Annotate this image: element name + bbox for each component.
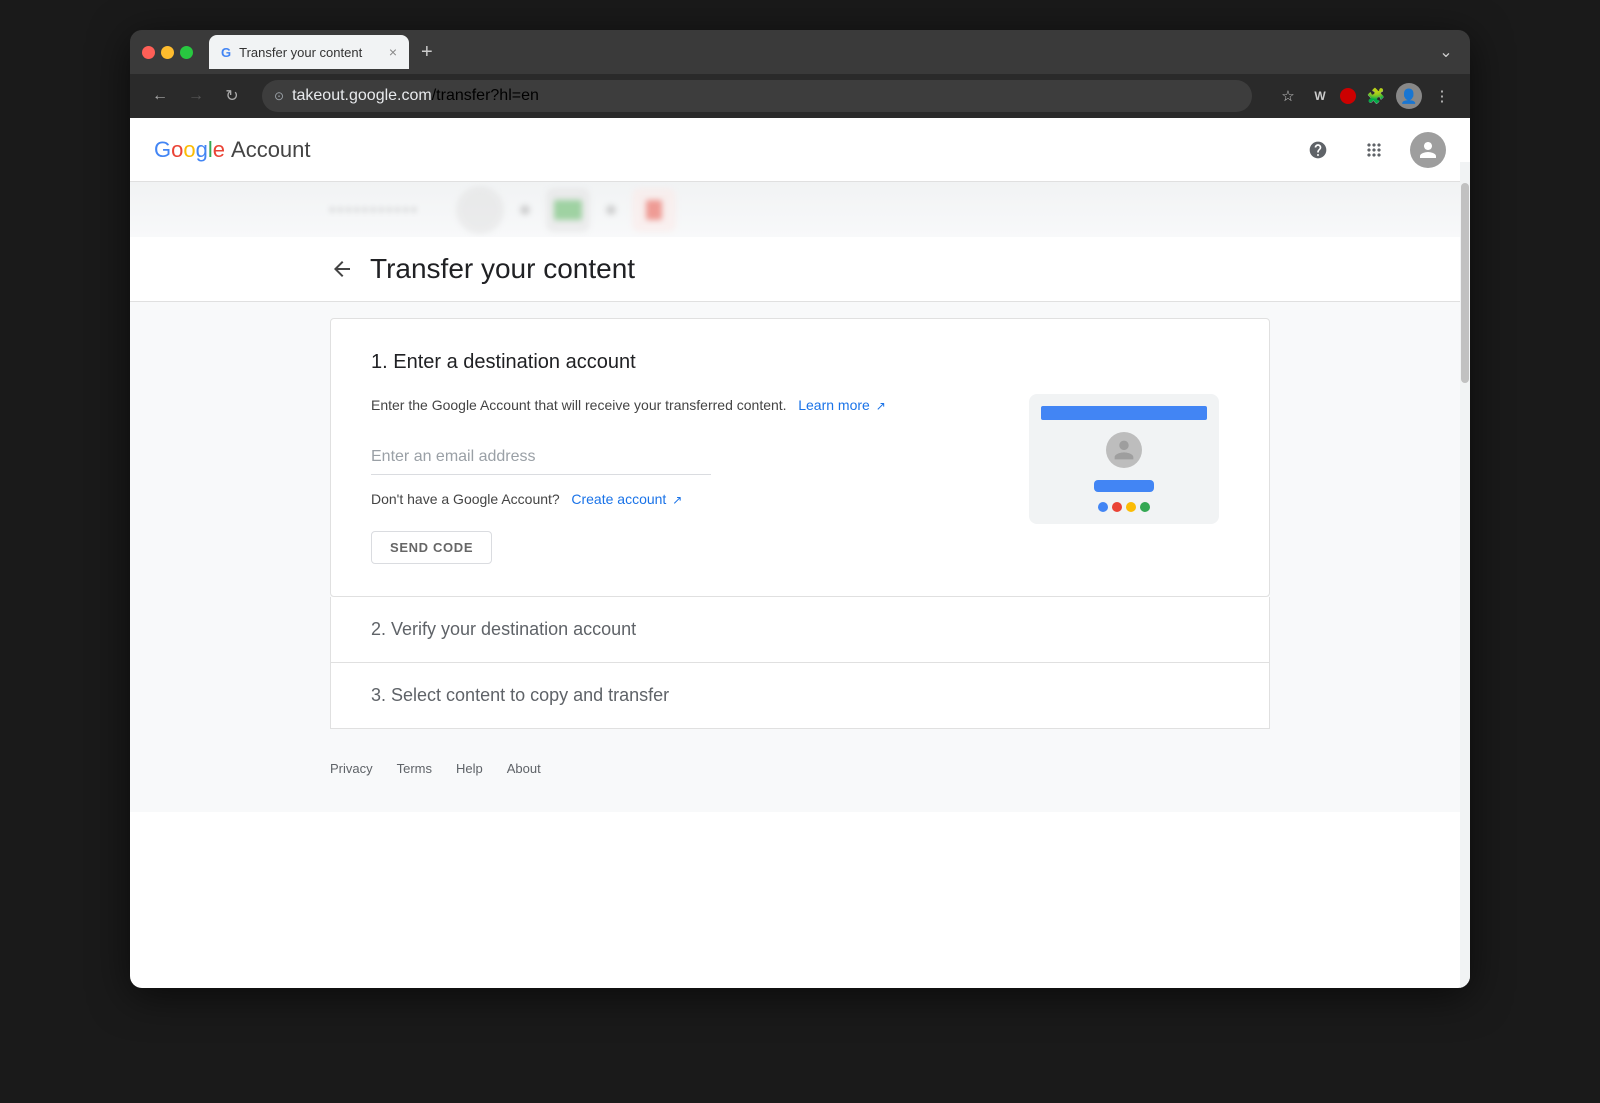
address-bar[interactable]: ⊙ takeout.google.com/transfer?hl=en xyxy=(262,80,1252,112)
window-controls[interactable]: ⌄ xyxy=(1434,40,1458,64)
no-account-text: Don't have a Google Account? Create acco… xyxy=(371,491,989,507)
tab-bar: G Transfer your content × + xyxy=(209,35,1426,69)
page-footer: Privacy Terms Help About xyxy=(130,745,1470,792)
step-3-card: 3. Select content to copy and transfer xyxy=(330,663,1270,729)
steps-area: 1. Enter a destination account Enter the… xyxy=(130,302,1470,745)
address-text: takeout.google.com/transfer?hl=en xyxy=(292,87,539,105)
header-icons xyxy=(1298,130,1446,170)
active-tab[interactable]: G Transfer your content × xyxy=(209,35,409,69)
create-account-link[interactable]: Create account ↗ xyxy=(567,491,682,507)
blurred-top-area: • • • • • • • • • • • xyxy=(130,182,1470,237)
email-input[interactable] xyxy=(371,440,711,475)
footer-privacy-link[interactable]: Privacy xyxy=(330,761,373,776)
step-1-illustration xyxy=(1029,394,1229,524)
external-link-icon-2: ↗ xyxy=(672,493,682,507)
step-1-description: Enter the Google Account that will recei… xyxy=(371,394,989,416)
logo-o2: o xyxy=(183,137,195,162)
dot-blue xyxy=(1098,502,1108,512)
dot-green xyxy=(1140,502,1150,512)
new-tab-button[interactable]: + xyxy=(413,37,441,68)
shield-extension-icon[interactable] xyxy=(1340,88,1356,104)
puzzle-extension-icon[interactable]: 🧩 xyxy=(1364,84,1388,108)
logo-g2: g xyxy=(196,137,208,162)
logo-e: e xyxy=(213,137,225,162)
scrollbar-thumb[interactable] xyxy=(1461,183,1469,383)
step-1-content: Enter the Google Account that will recei… xyxy=(371,394,989,564)
back-button[interactable] xyxy=(330,257,354,281)
extension-icons: ☆ W 🧩 👤 ⋮ xyxy=(1276,83,1454,109)
dot-yellow xyxy=(1126,502,1136,512)
step-1-card: 1. Enter a destination account Enter the… xyxy=(330,318,1270,597)
step-2-card: 2. Verify your destination account xyxy=(330,597,1270,663)
step-1-title: 1. Enter a destination account xyxy=(371,351,1229,374)
reload-button[interactable]: ↻ xyxy=(218,82,246,110)
google-account-header: Google Account xyxy=(130,118,1470,182)
apps-button[interactable] xyxy=(1354,130,1394,170)
illus-dots xyxy=(1041,502,1207,512)
close-button[interactable] xyxy=(142,46,155,59)
logo-o1: o xyxy=(171,137,183,162)
maximize-button[interactable] xyxy=(180,46,193,59)
security-icon: ⊙ xyxy=(274,89,284,103)
scrollbar-track xyxy=(1460,162,1470,988)
illustration-window xyxy=(1029,394,1219,524)
learn-more-link[interactable]: Learn more ↗ xyxy=(794,397,885,413)
help-button[interactable] xyxy=(1298,130,1338,170)
account-label: Account xyxy=(231,137,311,163)
footer-about-link[interactable]: About xyxy=(507,761,541,776)
illus-blue-btn xyxy=(1094,480,1154,492)
transfer-header: Transfer your content xyxy=(130,237,1470,302)
footer-help-link[interactable]: Help xyxy=(456,761,483,776)
external-link-icon: ↗ xyxy=(876,399,886,413)
back-nav-button[interactable]: ← xyxy=(146,82,174,110)
illus-blue-bar xyxy=(1041,406,1207,420)
step-3-title: 3. Select content to copy and transfer xyxy=(371,685,1229,706)
grammarly-extension-icon[interactable]: W xyxy=(1308,84,1332,108)
footer-terms-link[interactable]: Terms xyxy=(397,761,432,776)
email-input-wrapper xyxy=(371,440,989,475)
browser-profile-avatar[interactable]: 👤 xyxy=(1396,83,1422,109)
page-title: Transfer your content xyxy=(370,253,635,285)
send-code-button[interactable]: SEND CODE xyxy=(371,531,492,564)
bookmark-icon[interactable]: ☆ xyxy=(1276,84,1300,108)
step-2-title: 2. Verify your destination account xyxy=(371,619,1229,640)
illus-avatar xyxy=(1106,432,1142,468)
dot-red xyxy=(1112,502,1122,512)
close-tab-button[interactable]: × xyxy=(389,45,397,59)
forward-nav-button[interactable]: → xyxy=(182,82,210,110)
tab-favicon: G xyxy=(221,45,231,60)
minimize-button[interactable] xyxy=(161,46,174,59)
google-logo: Google Account xyxy=(154,137,311,163)
profile-avatar[interactable] xyxy=(1410,132,1446,168)
menu-icon[interactable]: ⋮ xyxy=(1430,84,1454,108)
tab-title: Transfer your content xyxy=(239,45,381,60)
logo-g: G xyxy=(154,137,171,162)
